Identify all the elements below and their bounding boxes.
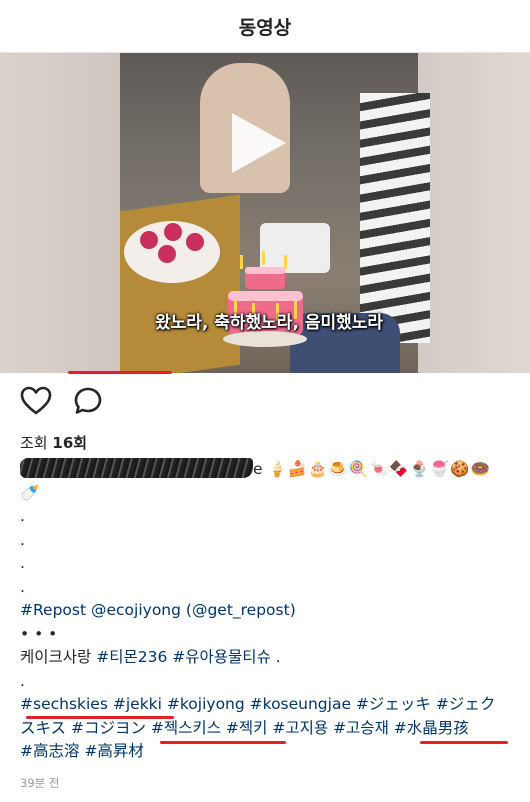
baby-bottle-emoji: 🍼 — [20, 483, 40, 502]
view-count: 조회 16회 — [20, 432, 87, 453]
dessert-emojis: 🍦🍰🎂🍮🍭🍬🍫🍨🍧🍪🍩 — [267, 460, 491, 478]
caption-dot: . — [20, 577, 25, 596]
caption-dot: . — [20, 554, 25, 572]
red-underline-annotation — [68, 371, 172, 374]
heart-icon[interactable] — [20, 386, 52, 416]
view-count-label: 조회 — [20, 434, 48, 452]
redacted-scribble — [20, 458, 253, 478]
caption-text: . — [275, 648, 281, 666]
child-striped-shirt — [360, 93, 430, 343]
view-count-value: 16회 — [52, 434, 88, 452]
hashtag[interactable]: #コジヨン — [71, 719, 146, 737]
video-player[interactable]: 왔노라, 축하했노라, 음미했노라 ecojiyong — [0, 53, 530, 373]
caption-text: 케이크사랑 — [20, 648, 92, 666]
hashtag[interactable]: #유아용물티슈 — [172, 648, 271, 666]
hashtag[interactable]: #ジェッキ — [356, 695, 431, 713]
hashtag[interactable]: #水晶男孩 — [394, 719, 469, 737]
hashtag[interactable]: #koseungjae — [250, 695, 351, 713]
page-title: 동영상 — [238, 16, 292, 39]
video-subtitle: 왔노라, 축하했노라, 음미했노라 — [154, 313, 384, 333]
hashtag[interactable]: #ジェク — [436, 695, 496, 713]
hashtag[interactable]: スキス — [20, 719, 66, 737]
video-blur-right — [418, 53, 530, 373]
hashtag[interactable]: #高志溶 — [20, 742, 80, 760]
hashtag[interactable]: #젝키 — [226, 719, 268, 737]
strawberry — [164, 223, 182, 241]
caption-dot: . — [20, 671, 25, 690]
caption-dot: . — [20, 530, 25, 549]
strawberry — [158, 245, 176, 263]
hashtag[interactable]: #sechskies — [20, 695, 108, 713]
hashtag[interactable]: #고승재 — [333, 719, 389, 737]
strawberry — [186, 233, 204, 251]
hashtag[interactable]: #kojiyong — [167, 695, 245, 713]
red-underline-annotation — [26, 716, 174, 719]
strawberry — [140, 231, 158, 249]
hashtag[interactable]: #jekki — [113, 695, 162, 713]
post-timestamp: 39분 전 — [20, 776, 60, 790]
birthday-cake-icon — [223, 251, 307, 347]
red-underline-annotation — [160, 741, 286, 744]
hashtag[interactable]: #젝스키스 — [151, 719, 221, 737]
hashtag[interactable]: #高昇材 — [84, 742, 144, 760]
hashtag[interactable]: #고지용 — [272, 719, 328, 737]
red-underline-annotation — [420, 741, 508, 744]
caption-text: e — [253, 460, 263, 478]
hashtag[interactable]: #티몬236 — [96, 648, 167, 666]
video-blur-left — [0, 53, 120, 373]
app-header: 동영상 — [0, 0, 530, 53]
play-icon[interactable] — [228, 111, 288, 175]
action-bar — [20, 386, 104, 416]
caption-dot: . — [20, 507, 25, 525]
comment-icon[interactable] — [72, 386, 104, 416]
repost-credit[interactable]: #Repost @ecojiyong (@get_repost) — [20, 601, 296, 619]
caption-bullets: • • • — [20, 624, 58, 643]
